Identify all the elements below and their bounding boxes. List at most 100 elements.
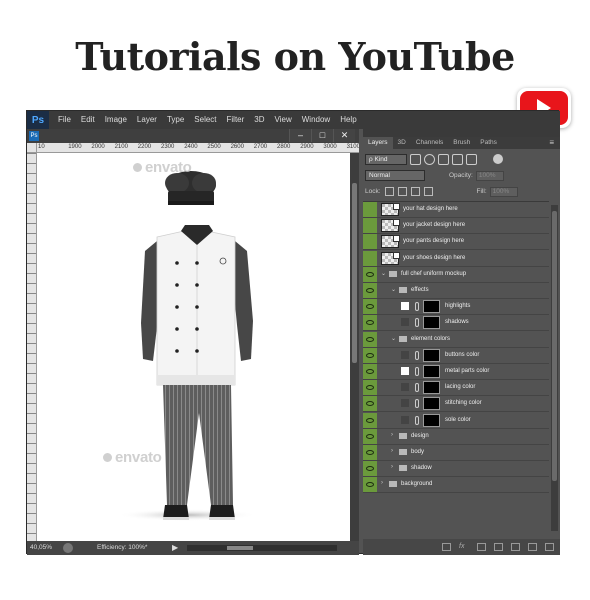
visibility-eye-icon[interactable] xyxy=(363,299,377,315)
lock-all-icon[interactable] xyxy=(423,187,433,196)
fx-icon[interactable]: fx xyxy=(459,543,469,551)
visibility-eye-icon[interactable] xyxy=(363,445,377,460)
fill-label: Fill: xyxy=(476,188,487,195)
layer-row[interactable]: your hat design here xyxy=(363,202,549,218)
layer-thumbnail xyxy=(401,318,409,327)
visibility-off-icon[interactable] xyxy=(363,250,377,266)
panel-menu-icon[interactable]: ≡ xyxy=(549,137,554,149)
tab-channels[interactable]: Channels xyxy=(411,137,448,149)
layer-row[interactable]: buttons color xyxy=(363,347,549,364)
layer-row[interactable]: ⌄ full chef uniform mockup xyxy=(363,266,549,283)
filter-toggle-icon[interactable] xyxy=(493,154,503,164)
fill-field[interactable]: 100% xyxy=(489,186,518,197)
layer-mask-thumbnail xyxy=(423,316,440,330)
chevron-down-icon[interactable]: ⌄ xyxy=(391,286,396,293)
lock-position-icon[interactable] xyxy=(410,187,420,196)
visibility-eye-icon[interactable] xyxy=(363,315,377,331)
layer-row[interactable]: your shoes design here xyxy=(363,250,549,267)
ruler-tick-label: 2600 xyxy=(230,144,244,150)
opacity-field[interactable]: 100% xyxy=(475,170,504,181)
chevron-right-icon[interactable]: › xyxy=(391,464,393,470)
layer-row[interactable]: metal parts color xyxy=(363,364,549,380)
folder-icon xyxy=(399,449,407,455)
tab-layers[interactable]: Layers xyxy=(363,137,393,149)
filter-shape-icon[interactable] xyxy=(452,153,463,165)
lock-transparency-icon[interactable] xyxy=(384,187,394,196)
document-canvas[interactable]: envato envato xyxy=(37,153,350,541)
layer-row[interactable]: stitching color xyxy=(363,396,549,413)
filter-kind-select[interactable]: ρ Kind xyxy=(365,153,407,165)
tab-3d[interactable]: 3D xyxy=(393,137,411,149)
chevron-down-icon[interactable]: ⌄ xyxy=(391,335,396,342)
menu-type[interactable]: Type xyxy=(162,111,189,129)
layer-row[interactable]: ⌄ element colors xyxy=(363,331,549,348)
menu-3d[interactable]: 3D xyxy=(249,111,269,129)
close-button[interactable]: ✕ xyxy=(333,129,355,142)
visibility-eye-icon[interactable] xyxy=(363,428,377,444)
visibility-eye-icon[interactable] xyxy=(363,396,377,412)
menu-file[interactable]: File xyxy=(53,111,76,129)
layer-row[interactable]: ⌄ effects xyxy=(363,283,549,299)
layer-row[interactable]: sole color xyxy=(363,412,549,429)
chevron-right-icon[interactable]: › xyxy=(381,480,383,486)
layer-row[interactable]: your pants design here xyxy=(363,234,549,251)
menu-help[interactable]: Help xyxy=(335,111,361,129)
filter-type-icon[interactable] xyxy=(438,153,449,165)
chevron-right-icon[interactable]: › xyxy=(391,432,393,438)
link-icon[interactable] xyxy=(442,543,451,551)
layers-scrollbar[interactable] xyxy=(551,205,558,531)
folder-icon[interactable] xyxy=(511,543,520,551)
menu-window[interactable]: Window xyxy=(297,111,335,129)
layer-row[interactable]: shadows xyxy=(363,315,549,332)
visibility-eye-icon[interactable] xyxy=(363,380,377,396)
zoom-level[interactable]: 40,05% xyxy=(30,544,52,551)
visibility-eye-icon[interactable] xyxy=(363,412,377,428)
lock-row: Lock: Fill: 100% xyxy=(365,185,558,198)
layer-row[interactable]: your jacket design here xyxy=(363,218,549,235)
canvas-vertical-scrollbar[interactable] xyxy=(350,153,359,541)
layer-row[interactable]: highlights xyxy=(363,299,549,316)
lock-paint-icon[interactable] xyxy=(397,187,407,196)
menu-view[interactable]: View xyxy=(270,111,297,129)
photoshop-window: Ps File Edit Image Layer Type Select Fil… xyxy=(26,110,560,555)
layer-row[interactable]: › shadow xyxy=(363,461,549,478)
menu-select[interactable]: Select xyxy=(189,111,221,129)
canvas-horizontal-scrollbar[interactable] xyxy=(187,545,337,551)
visibility-eye-icon[interactable] xyxy=(363,364,377,379)
menu-filter[interactable]: Filter xyxy=(222,111,250,129)
layer-row[interactable]: lacing color xyxy=(363,380,549,397)
horizontal-ruler: 10 1900 2000 2100 2200 2300 2400 2500 2600 2700 28… xyxy=(37,143,359,153)
layer-filter-row: ρ Kind xyxy=(365,152,558,166)
filter-adjustment-icon[interactable] xyxy=(424,153,435,165)
menu-layer[interactable]: Layer xyxy=(132,111,162,129)
visibility-off-icon[interactable] xyxy=(363,202,377,217)
blend-mode-select[interactable]: Normal xyxy=(365,170,425,181)
layer-row[interactable]: › background xyxy=(363,477,549,494)
visibility-eye-icon[interactable] xyxy=(363,331,377,347)
layer-row[interactable]: › design xyxy=(363,428,549,445)
visibility-eye-icon[interactable] xyxy=(363,347,377,363)
visibility-eye-icon[interactable] xyxy=(363,477,377,493)
chevron-down-icon[interactable]: ⌄ xyxy=(381,270,386,277)
adjustment-icon[interactable] xyxy=(494,543,503,551)
minimize-button[interactable]: – xyxy=(289,129,311,142)
filter-pixel-icon[interactable] xyxy=(410,153,421,165)
menu-image[interactable]: Image xyxy=(100,111,132,129)
visibility-eye-icon[interactable] xyxy=(363,266,377,282)
chevron-right-icon[interactable]: › xyxy=(391,448,393,454)
panel-collapse-strip[interactable] xyxy=(363,129,560,137)
new-layer-icon[interactable] xyxy=(528,543,537,551)
visibility-off-icon[interactable] xyxy=(363,218,377,234)
tab-paths[interactable]: Paths xyxy=(475,137,502,149)
trash-icon[interactable] xyxy=(545,543,554,551)
status-menu-arrow-icon[interactable]: ▶ xyxy=(172,543,178,552)
menu-edit[interactable]: Edit xyxy=(76,111,100,129)
visibility-eye-icon[interactable] xyxy=(363,283,377,298)
visibility-off-icon[interactable] xyxy=(363,234,377,250)
filter-smart-object-icon[interactable] xyxy=(466,153,477,165)
layer-row[interactable]: › body xyxy=(363,445,549,461)
maximize-button[interactable]: □ xyxy=(311,129,333,142)
visibility-eye-icon[interactable] xyxy=(363,461,377,477)
tab-brush[interactable]: Brush xyxy=(448,137,475,149)
mask-icon[interactable] xyxy=(477,543,486,551)
